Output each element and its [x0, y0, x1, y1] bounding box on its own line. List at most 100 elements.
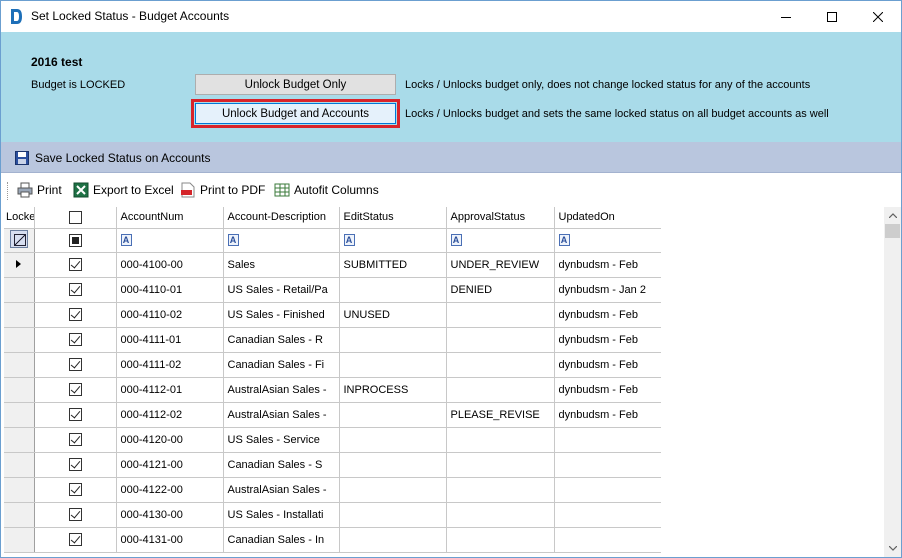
filter-updatedon[interactable]: A	[554, 228, 661, 253]
table-row[interactable]: 000-4130-00 US Sales - Installati	[4, 502, 661, 528]
table-row[interactable]: 000-4121-00 Canadian Sales - S	[4, 452, 661, 478]
edit-status-cell[interactable]	[339, 427, 447, 453]
scrollbar-thumb[interactable]	[885, 224, 900, 238]
edit-status-cell[interactable]	[339, 402, 447, 428]
approval-status-cell[interactable]	[446, 377, 555, 403]
filter-operator-icon[interactable]: A	[343, 234, 355, 247]
locked-checkbox[interactable]	[68, 283, 82, 296]
updated-on-cell[interactable]: dynbudsm - Feb	[554, 352, 661, 378]
approval-status-cell[interactable]	[446, 302, 555, 328]
filter-locked[interactable]	[34, 228, 117, 253]
table-row[interactable]: 000-4110-02 US Sales - Finished UNUSED dynb…	[4, 302, 661, 328]
column-header-select-all[interactable]	[34, 207, 117, 229]
locked-checkbox[interactable]	[68, 433, 82, 446]
locked-checkbox[interactable]	[68, 408, 82, 421]
locked-cell[interactable]	[34, 527, 117, 553]
edit-status-cell[interactable]	[339, 327, 447, 353]
updated-on-cell[interactable]	[554, 527, 661, 553]
edit-status-cell[interactable]	[339, 452, 447, 478]
approval-status-cell[interactable]: DENIED	[446, 277, 555, 303]
locked-checkbox[interactable]	[68, 258, 82, 271]
row-header[interactable]	[4, 327, 35, 353]
print-to-pdf-button[interactable]: Print to PDF	[180, 182, 265, 198]
updated-on-cell[interactable]: dynbudsm - Feb	[554, 302, 661, 328]
account-num-cell[interactable]: 000-4131-00	[116, 527, 224, 553]
approval-status-cell[interactable]: UNDER_REVIEW	[446, 252, 555, 278]
unlock-budget-only-button[interactable]: Unlock Budget Only	[195, 74, 396, 95]
locked-cell[interactable]	[34, 402, 117, 428]
locked-checkbox[interactable]	[68, 458, 82, 471]
row-header[interactable]	[4, 352, 35, 378]
column-header-account-description[interactable]: Account-Description	[223, 207, 340, 229]
table-row[interactable]: 000-4111-02 Canadian Sales - Fi dynbudsm -…	[4, 352, 661, 378]
locked-cell[interactable]	[34, 352, 117, 378]
approval-status-cell[interactable]	[446, 452, 555, 478]
maximize-button[interactable]	[809, 1, 855, 32]
account-num-cell[interactable]: 000-4120-00	[116, 427, 224, 453]
vertical-scrollbar[interactable]	[884, 207, 901, 557]
account-description-cell[interactable]: AustralAsian Sales -	[223, 402, 340, 428]
updated-on-cell[interactable]: dynbudsm - Feb	[554, 402, 661, 428]
locked-cell[interactable]	[34, 327, 117, 353]
locked-cell[interactable]	[34, 477, 117, 503]
account-num-cell[interactable]: 000-4122-00	[116, 477, 224, 503]
minimize-button[interactable]	[763, 1, 809, 32]
clear-filter-icon[interactable]	[9, 229, 28, 248]
account-num-cell[interactable]: 000-4111-01	[116, 327, 224, 353]
locked-checkbox[interactable]	[68, 508, 82, 521]
locked-cell[interactable]	[34, 427, 117, 453]
locked-cell[interactable]	[34, 302, 117, 328]
account-description-cell[interactable]: Sales	[223, 252, 340, 278]
account-description-cell[interactable]: US Sales - Retail/Pa	[223, 277, 340, 303]
updated-on-cell[interactable]	[554, 477, 661, 503]
approval-status-cell[interactable]	[446, 502, 555, 528]
account-num-cell[interactable]: 000-4111-02	[116, 352, 224, 378]
locked-checkbox[interactable]	[68, 358, 82, 371]
filter-operator-icon[interactable]: A	[227, 234, 239, 247]
account-description-cell[interactable]: Canadian Sales - Fi	[223, 352, 340, 378]
edit-status-cell[interactable]: INPROCESS	[339, 377, 447, 403]
edit-status-cell[interactable]: UNUSED	[339, 302, 447, 328]
row-header[interactable]	[4, 427, 35, 453]
column-header-accountnum[interactable]: AccountNum	[116, 207, 224, 229]
column-header-updatedon[interactable]: UpdatedOn	[554, 207, 661, 229]
locked-checkbox[interactable]	[68, 533, 82, 546]
account-num-cell[interactable]: 000-4112-02	[116, 402, 224, 428]
table-row[interactable]: 000-4131-00 Canadian Sales - In	[4, 527, 661, 553]
table-row[interactable]: 000-4112-02 AustralAsian Sales - PLEASE_RE…	[4, 402, 661, 428]
account-description-cell[interactable]: AustralAsian Sales -	[223, 377, 340, 403]
updated-on-cell[interactable]	[554, 452, 661, 478]
filter-locked-checkbox[interactable]	[68, 233, 82, 247]
select-all-checkbox[interactable]	[68, 210, 82, 224]
updated-on-cell[interactable]: dynbudsm - Feb	[554, 327, 661, 353]
close-button[interactable]	[855, 1, 901, 32]
row-header[interactable]	[4, 502, 35, 528]
account-description-cell[interactable]: US Sales - Installati	[223, 502, 340, 528]
account-num-cell[interactable]: 000-4110-02	[116, 302, 224, 328]
locked-checkbox[interactable]	[68, 333, 82, 346]
account-num-cell[interactable]: 000-4110-01	[116, 277, 224, 303]
row-header[interactable]	[4, 302, 35, 328]
row-header[interactable]	[4, 452, 35, 478]
scroll-up-button[interactable]	[884, 207, 901, 224]
filter-operator-icon[interactable]: A	[120, 234, 132, 247]
row-header[interactable]	[4, 252, 35, 278]
edit-status-cell[interactable]	[339, 527, 447, 553]
approval-status-cell[interactable]: PLEASE_REVISE	[446, 402, 555, 428]
account-description-cell[interactable]: US Sales - Finished	[223, 302, 340, 328]
updated-on-cell[interactable]: dynbudsm - Feb	[554, 252, 661, 278]
approval-status-cell[interactable]	[446, 327, 555, 353]
row-header[interactable]	[4, 527, 35, 553]
scroll-down-button[interactable]	[884, 540, 901, 557]
locked-cell[interactable]	[34, 377, 117, 403]
filter-editstatus[interactable]: A	[339, 228, 447, 253]
approval-status-cell[interactable]	[446, 527, 555, 553]
table-row[interactable]: 000-4112-01 AustralAsian Sales - INPROCESS…	[4, 377, 661, 403]
save-locked-status-bar[interactable]: Save Locked Status on Accounts	[1, 142, 901, 173]
locked-checkbox[interactable]	[68, 308, 82, 321]
edit-status-cell[interactable]: SUBMITTED	[339, 252, 447, 278]
filter-operator-icon[interactable]: A	[558, 234, 570, 247]
column-header-editstatus[interactable]: EditStatus	[339, 207, 447, 229]
filter-accountnum[interactable]: A	[116, 228, 224, 253]
table-row[interactable]: 000-4100-00 Sales SUBMITTED UNDER_REVIEW dyn…	[4, 252, 661, 278]
